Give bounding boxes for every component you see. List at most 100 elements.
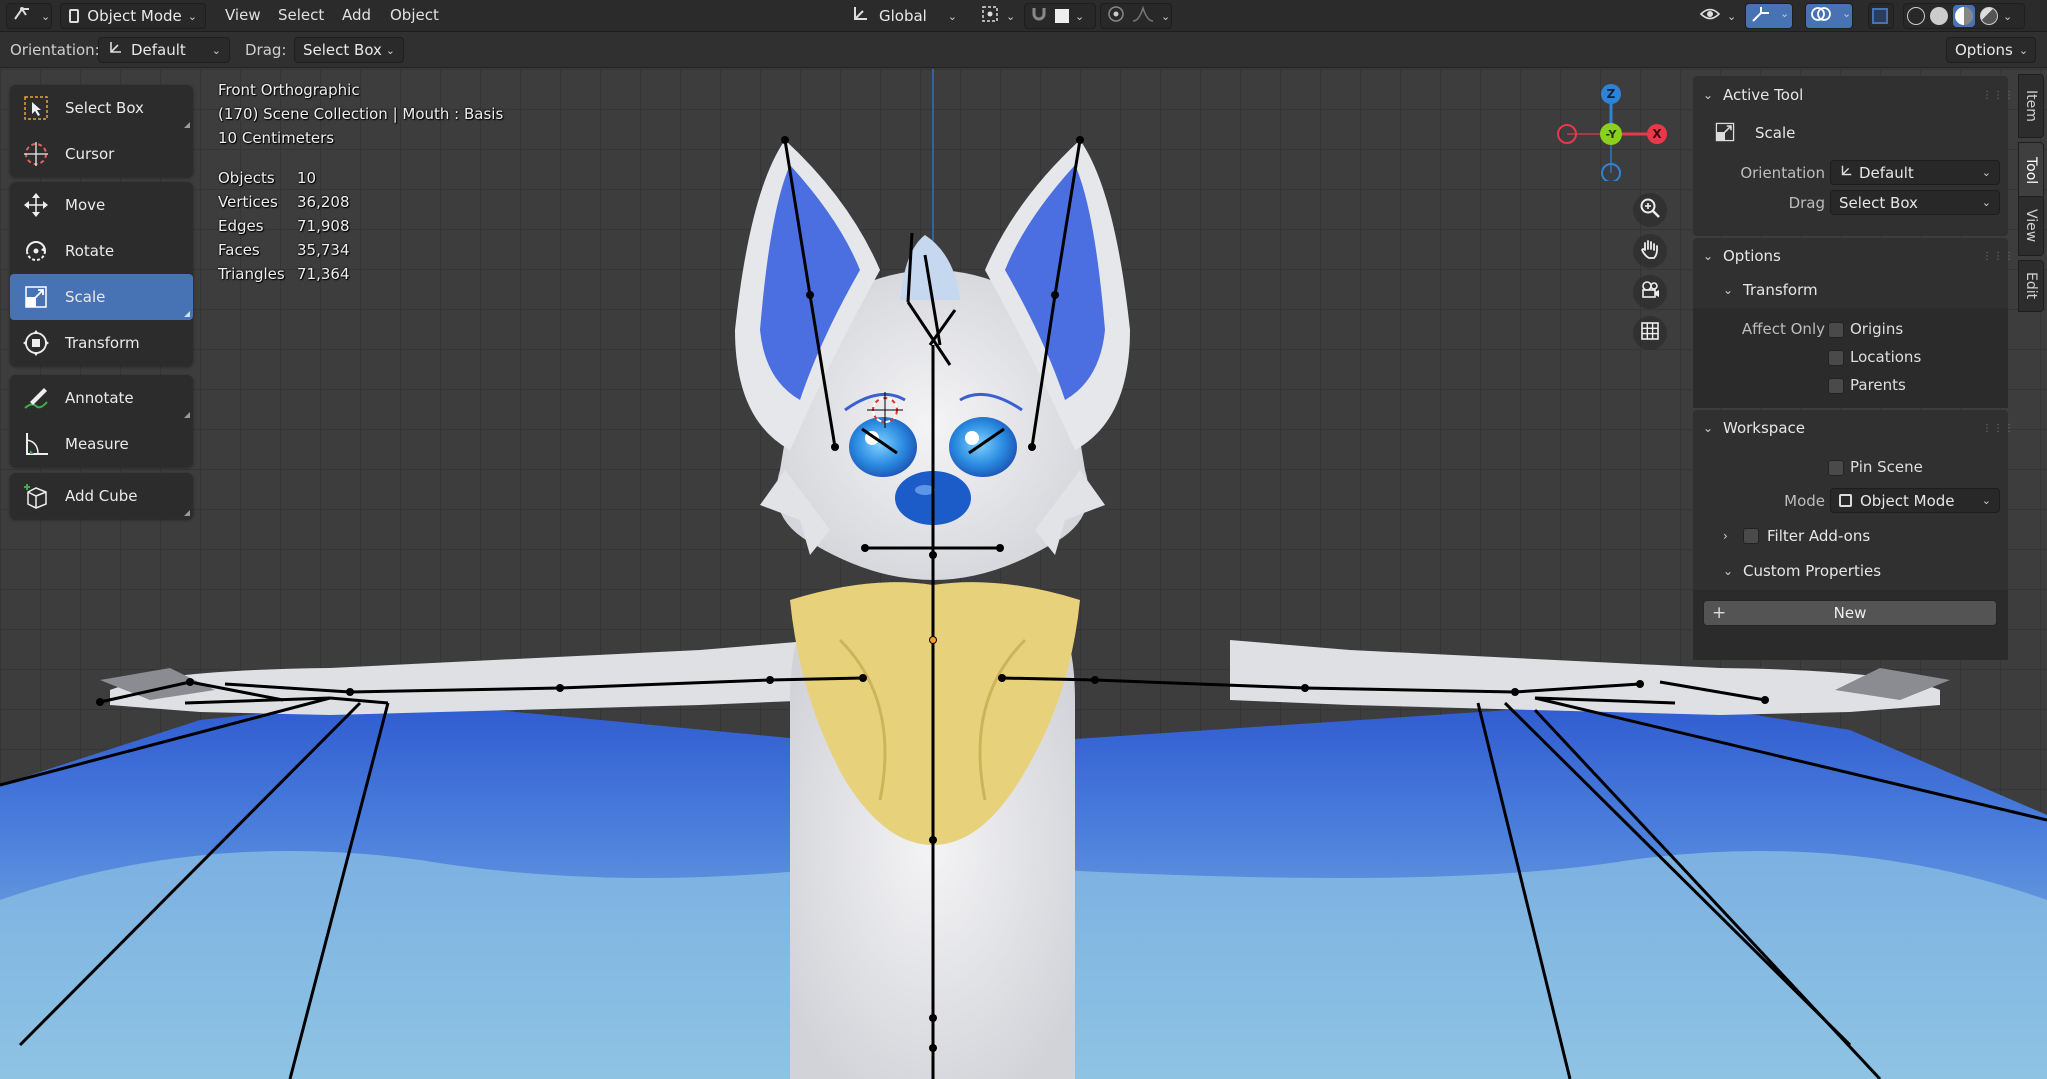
- shading-buttons[interactable]: ⌄: [1903, 3, 2025, 29]
- tab-view[interactable]: View: [2018, 196, 2044, 256]
- tool-measure[interactable]: Measure: [10, 421, 193, 467]
- options-dropdown[interactable]: Options ⌄: [1946, 37, 2036, 63]
- measure-icon: [20, 428, 52, 460]
- collection-info: (170) Scene Collection | Mouth : Basis: [218, 105, 504, 123]
- drag-handle-icon[interactable]: ⋮⋮⋮: [1982, 251, 2014, 262]
- rendered-shading-icon[interactable]: [1980, 7, 1998, 25]
- tool-label: Transform: [65, 334, 140, 352]
- camera-icon: [1639, 279, 1661, 305]
- tab-label: Tool: [2023, 157, 2039, 185]
- stat-label: Edges: [218, 217, 264, 235]
- grid-scale: 10 Centimeters: [218, 129, 335, 147]
- xray-button[interactable]: [1868, 3, 1894, 29]
- eye-icon: [1699, 5, 1721, 27]
- toolbar-group-transform: Move Rotate Scale Transform: [10, 182, 193, 366]
- chevron-down-icon[interactable]: ⌄: [1780, 7, 1789, 20]
- workspace-header[interactable]: ⌄ Workspace: [1703, 419, 1805, 437]
- solid-shading-icon[interactable]: [1930, 7, 1948, 25]
- tool-select-box[interactable]: Select Box: [10, 85, 193, 131]
- pivot-point-button[interactable]: ⌄: [976, 3, 1016, 29]
- drag-select[interactable]: Select Box ⌄: [294, 37, 404, 63]
- transform-orientation-icon: [851, 5, 869, 27]
- stat-value: 35,734: [297, 241, 350, 259]
- orientation-label: Orientation:: [10, 41, 100, 59]
- menu-add[interactable]: Add: [342, 6, 371, 24]
- chevron-down-icon: ⌄: [1981, 166, 1991, 179]
- chevron-down-icon: ⌄: [1723, 283, 1734, 297]
- drag-select[interactable]: Select Box ⌄: [1830, 190, 2000, 215]
- wireframe-shading-icon[interactable]: [1907, 7, 1925, 25]
- origins-checkbox[interactable]: [1828, 322, 1844, 338]
- menu-object[interactable]: Object: [390, 6, 439, 24]
- material-shading-icon[interactable]: [1953, 5, 1975, 27]
- drag-handle-icon[interactable]: ⋮⋮⋮: [1982, 90, 2014, 101]
- rotate-icon: [20, 235, 52, 267]
- proportional-edit-button[interactable]: ⌄: [1100, 3, 1172, 29]
- pan-button[interactable]: [1633, 234, 1667, 268]
- mode-select[interactable]: Object Mode ⌄: [60, 3, 206, 29]
- mode-select-label: Object Mode: [87, 7, 182, 25]
- chevron-down-icon: ⌄: [1703, 421, 1714, 435]
- workspace-mode-select[interactable]: Object Mode ⌄: [1830, 488, 2000, 513]
- tool-scale[interactable]: Scale: [10, 274, 193, 320]
- transform-orientation-select[interactable]: Global ⌄: [843, 3, 965, 29]
- tool-add-cube[interactable]: Add Cube: [10, 473, 193, 519]
- add-cube-icon: [20, 480, 52, 512]
- editor-type-button[interactable]: ⌄: [6, 3, 52, 29]
- origins-label: Origins: [1850, 320, 1904, 338]
- menu-view[interactable]: View: [225, 6, 261, 24]
- tool-cursor[interactable]: Cursor: [10, 131, 193, 177]
- stat-label: Faces: [218, 241, 260, 259]
- toolbar-group-annotate: Annotate Measure: [10, 375, 193, 467]
- orientation-select[interactable]: Default ⌄: [1830, 160, 2000, 185]
- pin-scene-checkbox[interactable]: [1828, 460, 1844, 476]
- tab-label: Item: [2023, 90, 2039, 122]
- menu-select[interactable]: Select: [278, 6, 324, 24]
- tab-edit[interactable]: Edit: [2018, 260, 2044, 312]
- new-property-button[interactable]: + New: [1703, 600, 1997, 626]
- snap-button-group[interactable]: ⌄: [1024, 3, 1096, 29]
- chevron-down-icon: ⌄: [1703, 88, 1714, 102]
- drag-handle-icon[interactable]: ⋮⋮⋮: [1982, 423, 2014, 434]
- tool-annotate[interactable]: Annotate: [10, 375, 193, 421]
- tool-rotate[interactable]: Rotate: [10, 228, 193, 274]
- visibility-button[interactable]: ⌄: [1697, 3, 1739, 29]
- custom-properties-subpanel-header[interactable]: ⌄ Custom Properties: [1723, 562, 1881, 580]
- locations-checkbox[interactable]: [1828, 350, 1844, 366]
- transform-subpanel-header[interactable]: ⌄ Transform: [1723, 281, 1818, 299]
- stat-label: Vertices: [218, 193, 278, 211]
- gizmo-y-label: -Y: [1606, 128, 1618, 141]
- pin-scene-label: Pin Scene: [1850, 458, 1923, 476]
- options-header[interactable]: ⌄ Options: [1703, 247, 1781, 265]
- navigation-gizmo[interactable]: Z X -Y: [1555, 81, 1671, 181]
- tool-transform[interactable]: Transform: [10, 320, 193, 366]
- perspective-toggle-button[interactable]: [1633, 316, 1667, 350]
- tool-move[interactable]: Move: [10, 182, 193, 228]
- chevron-down-icon[interactable]: ⌄: [2003, 10, 2012, 23]
- select-box-icon: [20, 92, 52, 124]
- filter-addons-subpanel-header[interactable]: › Filter Add-ons: [1723, 527, 1870, 545]
- tool-label: Select Box: [65, 99, 144, 117]
- subpanel-title: Filter Add-ons: [1767, 527, 1871, 545]
- camera-view-button[interactable]: [1633, 275, 1667, 309]
- object-mode-icon: [1839, 494, 1852, 507]
- orientation-value: Default: [1859, 163, 1914, 182]
- falloff-icon: [1131, 5, 1155, 27]
- tab-tool[interactable]: Tool: [2018, 142, 2044, 200]
- stat-value: 71,908: [297, 217, 350, 235]
- filter-addons-checkbox[interactable]: [1743, 528, 1759, 544]
- drag-label: Drag: [1788, 194, 1825, 212]
- view-name: Front Orthographic: [218, 81, 360, 99]
- chevron-down-icon: ⌄: [385, 43, 395, 57]
- tab-item[interactable]: Item: [2018, 74, 2044, 138]
- active-tool-header[interactable]: ⌄ Active Tool: [1703, 86, 1803, 104]
- plus-icon: +: [1712, 603, 1727, 623]
- tool-variants-indicator: [184, 311, 190, 317]
- drag-label: Drag:: [245, 41, 287, 59]
- parents-checkbox[interactable]: [1828, 378, 1844, 394]
- magnifier-plus-icon: [1639, 197, 1661, 223]
- chevron-down-icon[interactable]: ⌄: [1842, 7, 1851, 20]
- orientation-select[interactable]: Default ⌄: [98, 37, 230, 63]
- stat-label: Objects: [218, 169, 275, 187]
- zoom-button[interactable]: [1633, 193, 1667, 227]
